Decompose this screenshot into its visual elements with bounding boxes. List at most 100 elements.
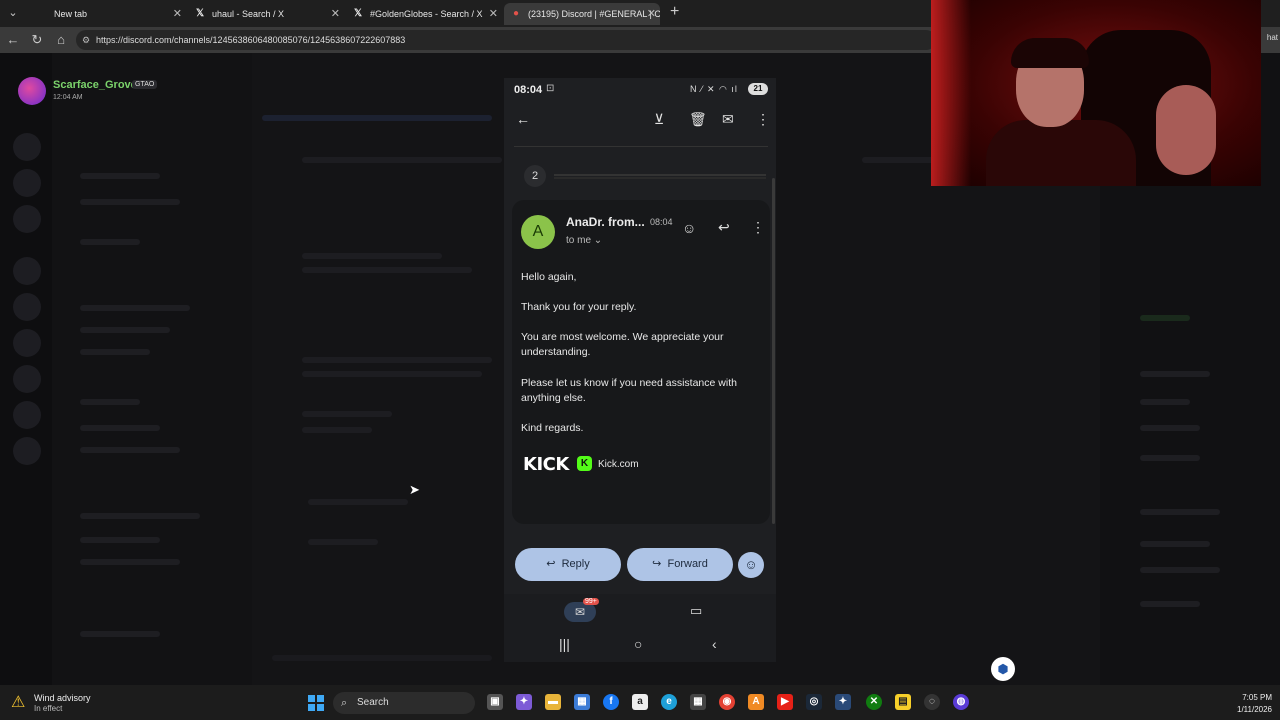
- app-icon[interactable]: ✦: [835, 694, 851, 710]
- chrome-icon[interactable]: ◉: [719, 694, 735, 710]
- store-icon[interactable]: ▦: [574, 694, 590, 710]
- edge-icon[interactable]: e: [661, 694, 677, 710]
- channel-item[interactable]: [80, 559, 180, 565]
- tab-new-tab[interactable]: New tab ✕: [30, 3, 186, 25]
- url-field[interactable]: ⚙ https://discord.com/channels/124563860…: [76, 30, 936, 50]
- tab-uhaul-search[interactable]: 𝕏 uhaul - Search / X ✕: [188, 3, 344, 25]
- server-icon[interactable]: [13, 293, 41, 321]
- channel-item[interactable]: [80, 327, 170, 333]
- sender-name[interactable]: AnaDr. from...: [566, 215, 645, 229]
- calculator-icon[interactable]: ▦: [690, 694, 706, 710]
- server-icon[interactable]: [13, 437, 41, 465]
- signature-link[interactable]: Kick.com: [598, 459, 639, 470]
- obs-icon[interactable]: ◍: [953, 694, 969, 710]
- close-tab-icon[interactable]: ✕: [173, 3, 182, 25]
- home-icon[interactable]: ⌂: [52, 31, 70, 49]
- member-item[interactable]: [1140, 455, 1200, 461]
- file-explorer-icon[interactable]: ▬: [545, 694, 561, 710]
- member-item[interactable]: [1140, 425, 1200, 431]
- member-item[interactable]: [1140, 601, 1200, 607]
- server-icon[interactable]: [13, 401, 41, 429]
- clock-time[interactable]: 7:05 PM: [1232, 693, 1272, 702]
- forward-button[interactable]: ↪ Forward: [627, 548, 733, 581]
- server-icon[interactable]: [13, 169, 41, 197]
- youtube-icon[interactable]: ▶: [777, 694, 793, 710]
- user-name[interactable]: Scarface_Grove: [53, 79, 137, 91]
- collapsed-messages-count[interactable]: 2: [524, 165, 546, 187]
- tab-search-icon[interactable]: ⌄: [4, 4, 22, 22]
- react-button[interactable]: ☺: [738, 552, 764, 578]
- channel-item[interactable]: [80, 513, 200, 519]
- tab-goldenglobes-search[interactable]: 𝕏 #GoldenGlobes - Search / X ✕: [346, 3, 502, 25]
- channel-item[interactable]: [80, 199, 180, 205]
- weather-alert-icon[interactable]: ⚠: [11, 692, 25, 712]
- channel-item[interactable]: [80, 399, 140, 405]
- member-item[interactable]: [1140, 541, 1210, 547]
- delete-icon[interactable]: 🗑: [689, 111, 707, 128]
- sender-avatar[interactable]: A: [521, 215, 555, 249]
- chevron-down-icon: ⌄: [593, 235, 603, 246]
- close-tab-icon[interactable]: ✕: [331, 3, 340, 25]
- reply-icon[interactable]: ↩: [718, 219, 730, 236]
- close-tab-icon[interactable]: ✕: [489, 3, 498, 25]
- server-icon[interactable]: [13, 133, 41, 161]
- message-input[interactable]: [272, 655, 492, 661]
- xbox-icon[interactable]: ✕: [866, 694, 882, 710]
- facebook-icon[interactable]: f: [603, 694, 619, 710]
- task-view-icon[interactable]: ▣: [487, 694, 503, 710]
- sticky-notes-icon[interactable]: ▤: [895, 694, 911, 710]
- more-options-icon[interactable]: ⋮: [756, 111, 770, 128]
- member-item[interactable]: [1140, 509, 1220, 515]
- server-icon[interactable]: [13, 365, 41, 393]
- member-item[interactable]: [1140, 399, 1190, 405]
- back-arrow-icon[interactable]: ←: [4, 31, 22, 49]
- server-icon[interactable]: [13, 257, 41, 285]
- user-time: 12:04 AM: [53, 94, 83, 101]
- new-tab-button[interactable]: +: [670, 3, 679, 21]
- back-chevron-icon[interactable]: ‹: [712, 636, 717, 652]
- scrollbar[interactable]: [772, 178, 775, 524]
- start-button[interactable]: [308, 695, 324, 711]
- copilot-icon[interactable]: ✦: [516, 694, 532, 710]
- weather-subtitle: In effect: [34, 704, 63, 713]
- channel-item[interactable]: [80, 349, 150, 355]
- member-item[interactable]: [1140, 315, 1190, 321]
- channel-item[interactable]: [80, 305, 190, 311]
- archive-icon[interactable]: ⊻: [654, 111, 664, 128]
- channel-item[interactable]: [80, 173, 160, 179]
- meet-video-icon[interactable]: ▭: [690, 603, 702, 619]
- server-icon[interactable]: [13, 329, 41, 357]
- recent-apps-icon[interactable]: |||: [559, 636, 570, 652]
- taskbar-search[interactable]: ⌕ Search: [333, 692, 475, 714]
- collapsed-stack[interactable]: [554, 174, 766, 176]
- member-item[interactable]: [1140, 371, 1210, 377]
- add-reaction-icon[interactable]: ☺: [682, 220, 696, 236]
- tab-discord[interactable]: ● (23195) Discord | #GENERAL | Cellfi ✕: [504, 3, 660, 25]
- channel-item[interactable]: [80, 631, 160, 637]
- clock-date[interactable]: 1/11/2026: [1224, 705, 1272, 714]
- mail-tab[interactable]: ✉: [564, 602, 596, 622]
- reload-icon[interactable]: ↻: [28, 31, 46, 49]
- steam-icon[interactable]: ◎: [806, 694, 822, 710]
- reply-button[interactable]: ↩ Reply: [515, 548, 621, 581]
- amazon-icon[interactable]: a: [632, 694, 648, 710]
- member-item[interactable]: [1140, 567, 1220, 573]
- avatar[interactable]: [18, 77, 46, 105]
- channel-item[interactable]: [80, 447, 180, 453]
- app-icon[interactable]: ◌: [924, 694, 940, 710]
- back-arrow-icon[interactable]: ←: [516, 111, 530, 127]
- close-tab-icon[interactable]: ✕: [647, 3, 656, 25]
- newtab-icon: [36, 8, 48, 20]
- channel-item[interactable]: [80, 537, 160, 543]
- message-more-icon[interactable]: ⋮: [751, 219, 765, 236]
- channel-item[interactable]: [80, 239, 140, 245]
- home-circle-icon[interactable]: ○: [634, 636, 642, 652]
- server-icon[interactable]: [13, 205, 41, 233]
- weather-title[interactable]: Wind advisory: [34, 693, 91, 703]
- floating-widget-icon[interactable]: ⬢: [991, 657, 1015, 681]
- site-info-icon[interactable]: ⚙: [82, 30, 90, 50]
- recipient-details[interactable]: to me ⌄: [566, 235, 602, 246]
- channel-item[interactable]: [80, 425, 160, 431]
- mark-unread-icon[interactable]: ✉: [722, 111, 734, 128]
- app-icon[interactable]: A: [748, 694, 764, 710]
